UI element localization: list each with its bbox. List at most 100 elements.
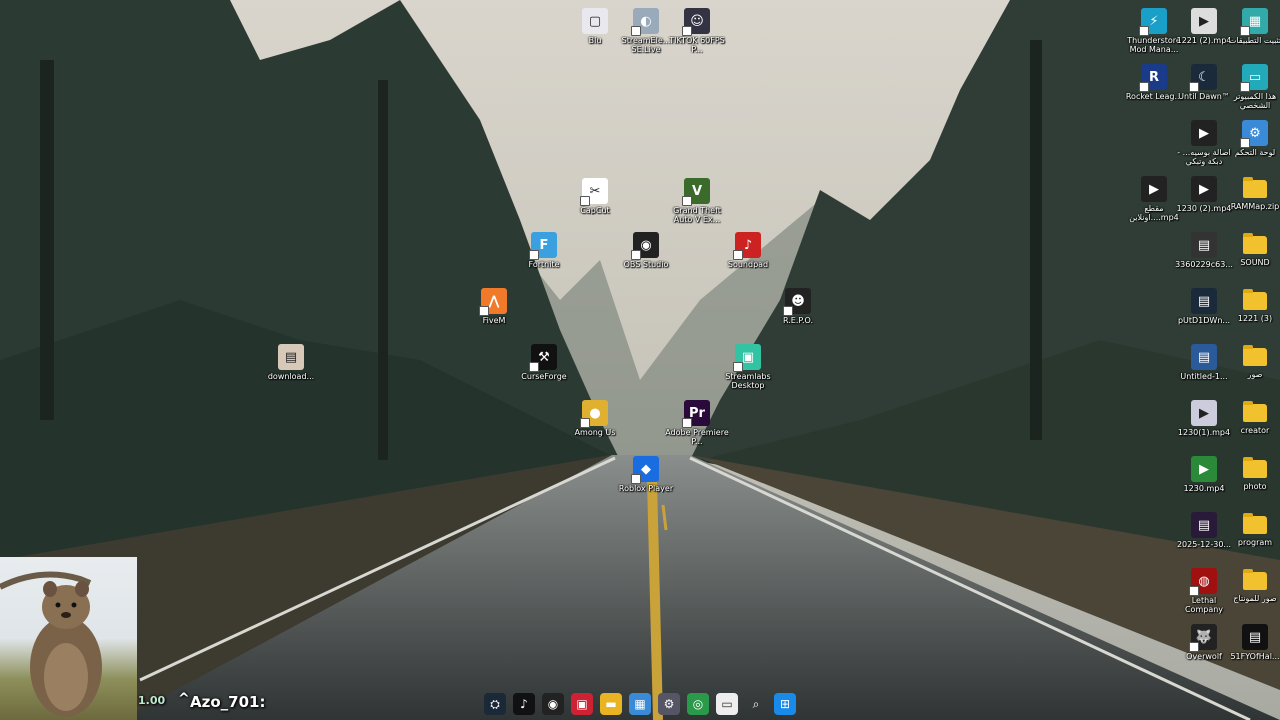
folder-icon	[1243, 233, 1267, 254]
desktop-icon-rammap[interactable]: RAMMap.zip	[1223, 174, 1280, 232]
desktop-icon-program[interactable]: program	[1223, 510, 1280, 568]
search-icon[interactable]: ⌕	[745, 693, 767, 715]
desktop-icon-pictures-ar[interactable]: صور	[1223, 342, 1280, 400]
overlay-chevron-icon: ^	[178, 691, 190, 707]
folder-icon	[1243, 177, 1267, 198]
file-2025-icon: ▤	[1191, 512, 1217, 538]
folder-icon	[1243, 569, 1267, 590]
desktop-icon-fortnite[interactable]: F Fortnite	[512, 230, 576, 288]
desktop-icon-label: photo	[1243, 482, 1267, 491]
steam-icon[interactable]: ⛭	[484, 693, 506, 715]
obs-icon: ◉	[631, 232, 659, 260]
desktop-icon-streamlabs[interactable]: ▣ Streamlabs Desktop	[716, 342, 780, 400]
desktop-icon-label: download...	[267, 372, 315, 381]
desktop-icon-label: 51FYOfHal...	[1230, 652, 1280, 661]
gear-icon[interactable]: ⚙	[658, 693, 680, 715]
folder-icon	[1243, 457, 1267, 478]
desktop-icon-file-51fy[interactable]: ▤ 51FYOfHal...	[1223, 622, 1280, 680]
folder-icon	[1243, 345, 1267, 366]
desktop-icon-among-us[interactable]: ● Among Us	[563, 398, 627, 456]
desktop-icon-gta5[interactable]: V Grand Theft Auto V Ex...	[665, 176, 729, 234]
desktop-icon-label: تثبيت التطبيقات	[1228, 36, 1280, 45]
curseforge-icon: ⚒	[529, 344, 557, 372]
roblox-icon: ◆	[631, 456, 659, 484]
desktop-icon-folder-1221-3[interactable]: 1221 (3)	[1223, 286, 1280, 344]
file-51fy-icon: ▤	[1242, 624, 1268, 650]
desktop-icon-capcut[interactable]: ✂ CapCut	[563, 176, 627, 234]
desktop-icon-label: OBS Studio	[623, 260, 669, 269]
task-view-icon[interactable]: ▭	[716, 693, 738, 715]
blu-icon: ▢	[582, 8, 608, 34]
desktop-icon-label: Among Us	[574, 428, 616, 437]
untitled-icon: ▤	[1191, 344, 1217, 370]
obs-icon[interactable]: ◉	[542, 693, 564, 715]
desktop-icon-curseforge[interactable]: ⚒ CurseForge	[512, 342, 576, 400]
desktop-icon-label: creator	[1240, 426, 1270, 435]
desktop-icon-creator[interactable]: creator	[1223, 398, 1280, 456]
desktop-icon-label: هذا الكمبيوتر الشخصي	[1233, 92, 1277, 110]
thunderstore-icon: ⚡	[1139, 8, 1167, 36]
folder-icon	[1243, 513, 1267, 534]
desktop-icon-label: صور للمونتاج	[1233, 594, 1277, 603]
desktop-icon-label: RAMMap.zip	[1230, 202, 1280, 211]
desktop-icon-label: لوحة التحكم	[1234, 148, 1276, 157]
desktop-icon-label: Grand Theft Auto V Ex...	[673, 206, 721, 224]
until-dawn-icon: ☾	[1189, 64, 1217, 92]
desktop-icon-control-panel[interactable]: ⚙ لوحة التحكم	[1223, 118, 1280, 176]
desktop-icon-repo[interactable]: ☻ R.E.P.O.	[766, 286, 830, 344]
desktop-icon-label: 1221 (3)	[1237, 314, 1273, 323]
file-3360-icon: ▤	[1191, 232, 1217, 258]
desktop-icon-roblox[interactable]: ◆ Roblox Player	[614, 454, 678, 512]
desktop-icon-obs[interactable]: ◉ OBS Studio	[614, 230, 678, 288]
chrome-icon[interactable]: ◎	[687, 693, 709, 715]
desktop-icon-label: Roblox Player	[618, 484, 674, 493]
fivem-icon: ⋀	[479, 288, 507, 316]
overwolf-icon: 🐺	[1189, 624, 1217, 652]
desktop-icon-premiere[interactable]: Pr Adobe Premiere P...	[665, 398, 729, 456]
gta5-icon: V	[682, 178, 710, 206]
webcam-overlay	[0, 557, 137, 720]
repo-icon: ☻	[783, 288, 811, 316]
desktop-icon-download[interactable]: ▤ download...	[259, 342, 323, 400]
folder-icon[interactable]: ▬	[600, 693, 622, 715]
file-1230-icon: ▶	[1191, 456, 1217, 482]
video-clip-1-icon: ▶	[1191, 120, 1217, 146]
quokka-image	[0, 571, 102, 717]
overlay-username: Azo_701:	[190, 693, 266, 711]
desktop-icon-photo[interactable]: photo	[1223, 454, 1280, 512]
capcut-icon: ✂	[580, 178, 608, 206]
desktop-icon-fivem[interactable]: ⋀ FiveM	[462, 286, 526, 344]
store-icon[interactable]: ▦	[629, 693, 651, 715]
lethal-icon: ◍	[1189, 568, 1217, 596]
clip-cut-icon: ▶	[1141, 176, 1167, 202]
desktop-icon-montage-pics[interactable]: صور للمونتاج	[1223, 566, 1280, 624]
video-editor-icon[interactable]: ▣	[571, 693, 593, 715]
pupid-icon: ▤	[1191, 288, 1217, 314]
folder-icon	[1243, 289, 1267, 310]
desktop-icon-label: صور	[1247, 370, 1263, 379]
desktop-icon-label: CurseForge	[521, 372, 567, 381]
windows-icon[interactable]: ⊞	[774, 693, 796, 715]
desktop-icon-label: CapCut	[580, 206, 610, 215]
desktop-icon-label: Adobe Premiere P...	[665, 428, 729, 446]
premiere-icon: Pr	[682, 400, 710, 428]
desktop-wallpaper	[0, 0, 1280, 720]
tiktok-icon[interactable]: ♪	[513, 693, 535, 715]
desktop-icon-label: SOUND	[1240, 258, 1270, 267]
tiktok-obs-icon: ☺	[682, 8, 710, 36]
desktop-icon-tiktok-obs[interactable]: ☺ TIKTOK 60FPS P...	[665, 6, 729, 64]
file-1230-2-icon: ▶	[1191, 176, 1217, 202]
desktop-icon-label: FiveM	[482, 316, 506, 325]
desktop-icon-soundpad[interactable]: ♪ Soundpad	[716, 230, 780, 288]
desktop-icon-this-pc[interactable]: ▭ هذا الكمبيوتر الشخصي	[1223, 62, 1280, 120]
taskbar: ⛭ ♪ ◉ ▣ ▬ ▦ ⚙ ◎ ▭ ⌕ ⊞	[470, 690, 810, 718]
streamelements-icon: ◐	[631, 8, 659, 36]
desktop-icon-label: program	[1237, 538, 1273, 547]
fortnite-icon: F	[529, 232, 557, 260]
download-icon: ▤	[278, 344, 304, 370]
among-us-icon: ●	[580, 400, 608, 428]
desktop-icon-label: Fortnite	[528, 260, 560, 269]
desktop-icon-sound[interactable]: SOUND	[1223, 230, 1280, 288]
top-right-watermark	[1186, 4, 1276, 28]
desktop-icon-label: Streamlabs Desktop	[725, 372, 771, 390]
